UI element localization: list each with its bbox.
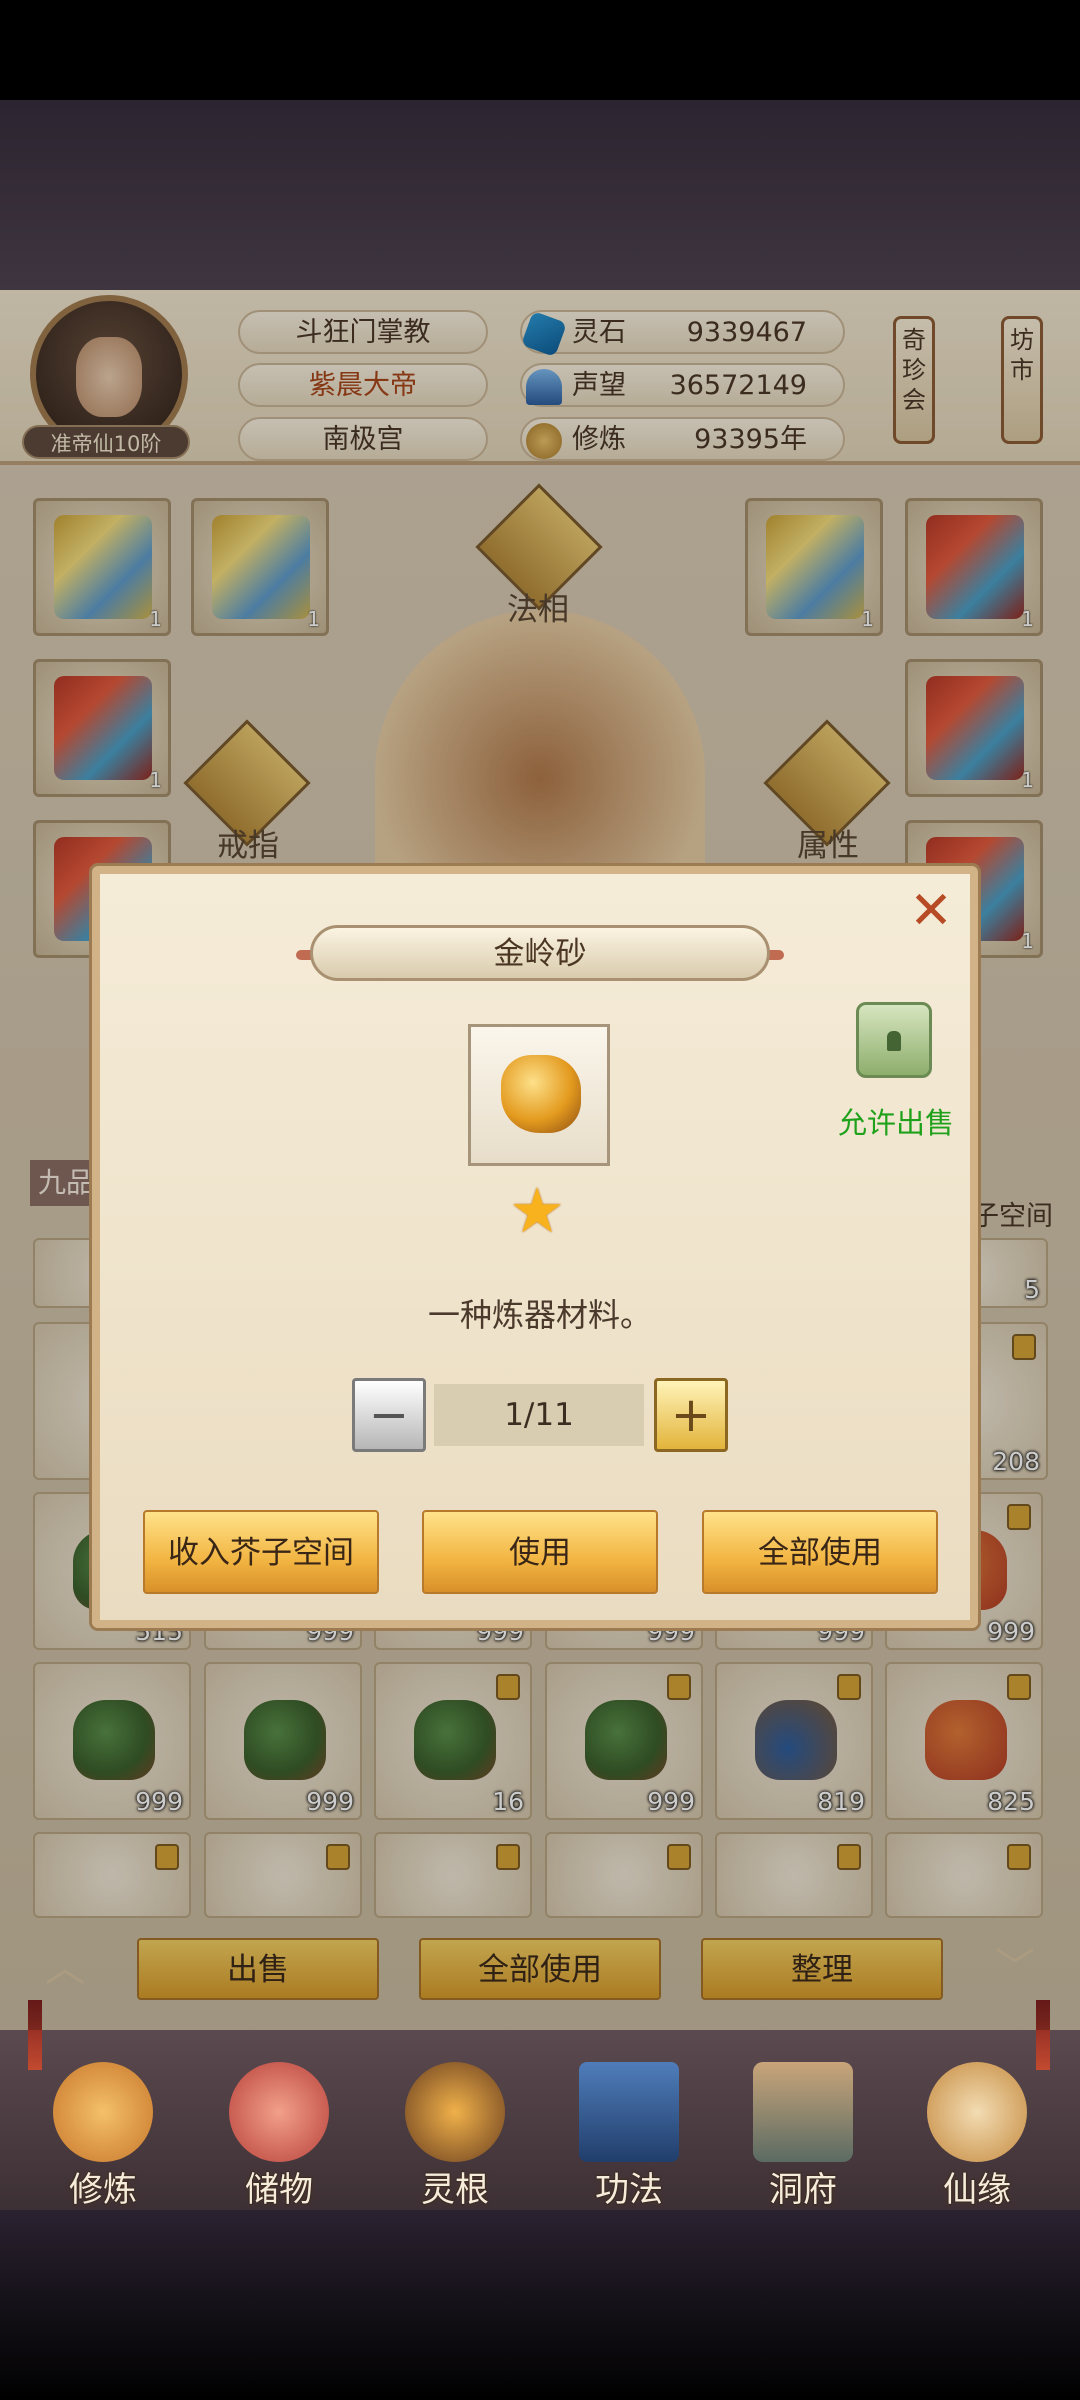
nav-label: 灵根 [421, 2170, 489, 2210]
star-icon: ★ [509, 1174, 565, 1247]
item-description: 一种炼器材料。 [427, 1296, 652, 1334]
technique-nav-icon [579, 2062, 679, 2162]
nav-label: 储物 [245, 2170, 313, 2210]
close-icon[interactable]: ✕ [906, 885, 956, 937]
destiny-nav-icon [927, 2062, 1027, 2162]
use-button[interactable]: 使用 [422, 1510, 658, 1594]
nav-cultivate[interactable]: 修炼 [28, 2052, 178, 2210]
increase-button[interactable]: + [654, 1378, 728, 1452]
item-name-title: 金岭砂 [310, 925, 770, 981]
nav-label: 仙缘 [943, 2170, 1011, 2210]
spirit-root-nav-icon [405, 2062, 505, 2162]
nav-technique[interactable]: 功法 [554, 2052, 704, 2210]
decrease-button[interactable]: − [352, 1378, 426, 1452]
cultivate-nav-icon [53, 2062, 153, 2162]
keyhole-icon [887, 1031, 901, 1051]
status-bar-area [0, 0, 1080, 100]
storage-nav-icon [229, 2062, 329, 2162]
nav-spirit-root[interactable]: 灵根 [380, 2052, 530, 2210]
store-in-space-button[interactable]: 收入芥子空间 [143, 1510, 379, 1594]
sale-status: 允许出售 [837, 1106, 954, 1140]
nav-label: 洞府 [769, 2170, 837, 2210]
nav-label: 功法 [595, 2170, 663, 2210]
unlock-icon[interactable] [856, 1002, 932, 1078]
quantity-display[interactable]: 1/11 [434, 1384, 644, 1446]
gold-ore-icon [501, 1055, 581, 1133]
use-all-dialog-button[interactable]: 全部使用 [702, 1510, 938, 1594]
item-icon-frame [468, 1024, 610, 1166]
nav-storage[interactable]: 储物 [204, 2052, 354, 2210]
nav-destiny[interactable]: 仙缘 [902, 2052, 1052, 2210]
cave-nav-icon [753, 2062, 853, 2162]
nav-label: 修炼 [69, 2170, 137, 2210]
top-banner [0, 100, 1080, 290]
nav-cave[interactable]: 洞府 [728, 2052, 878, 2210]
bottom-banner [0, 2210, 1080, 2400]
